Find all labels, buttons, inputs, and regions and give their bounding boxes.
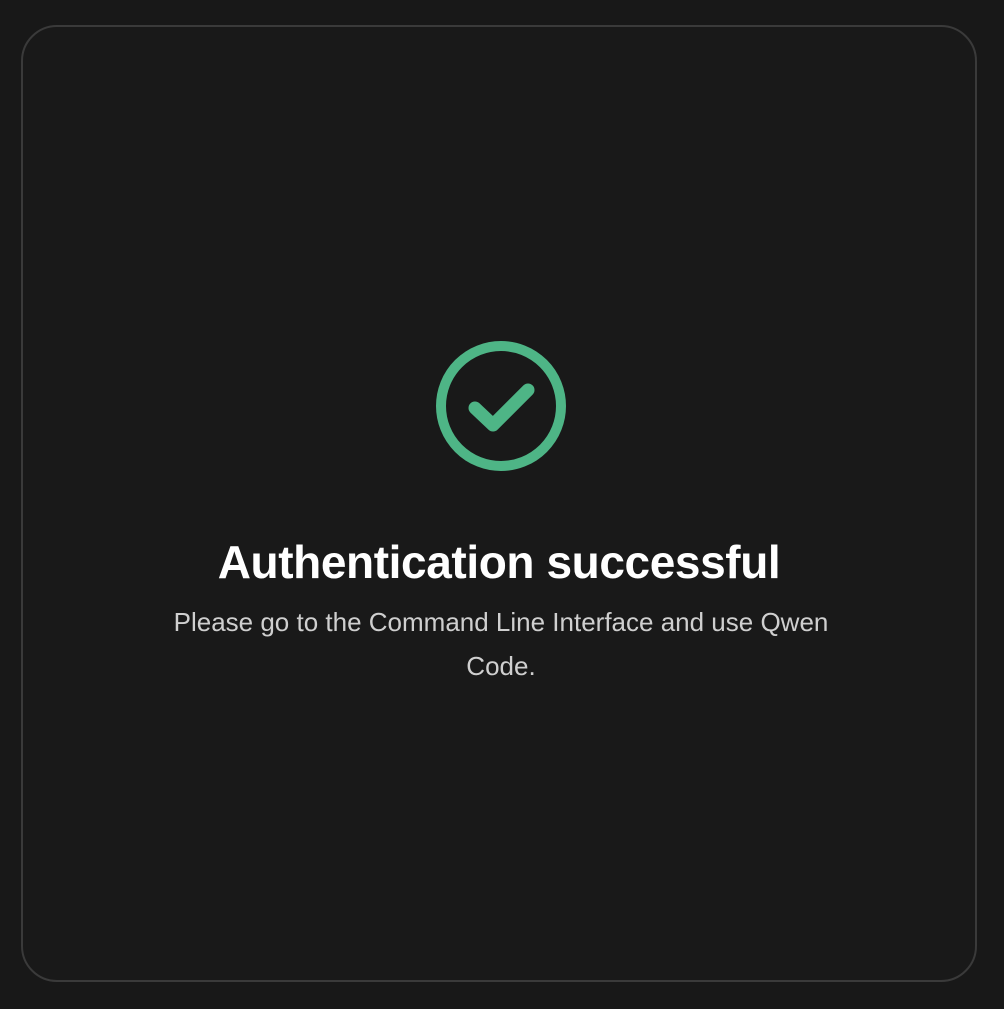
success-message: Please go to the Command Line Interface …	[173, 607, 829, 681]
auth-result-content: Authentication successful Please go to t…	[23, 27, 975, 980]
check-circle-icon	[434, 339, 568, 473]
success-title: Authentication successful	[217, 536, 781, 588]
auth-result-card: Authentication successful Please go to t…	[21, 25, 977, 982]
